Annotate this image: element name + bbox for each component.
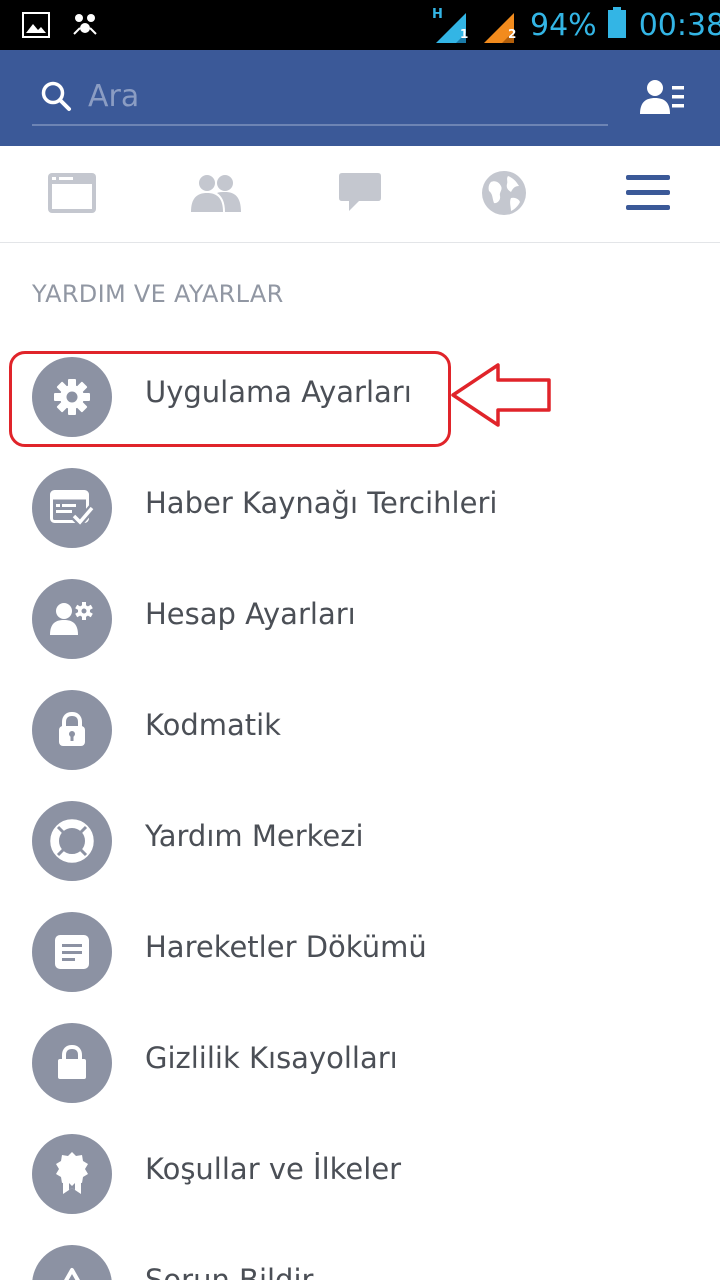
menu-item-label: Kodmatik [145, 708, 281, 742]
tab-notifications[interactable] [432, 146, 576, 243]
menu-item-activity-log[interactable]: Hareketler Dökümü [0, 896, 720, 1007]
menu-item-label: Hesap Ayarları [145, 597, 356, 631]
signal-sim2-icon: 2 [478, 5, 520, 45]
news-feed-icon [48, 172, 96, 217]
search-underline [32, 124, 608, 126]
messages-icon [339, 172, 381, 217]
menu-item-label: Gizlilik Kısayolları [145, 1041, 398, 1075]
search-icon[interactable] [40, 80, 72, 116]
report-problem-icon [32, 1245, 112, 1280]
menu-item-label: Yardım Merkezi [145, 819, 364, 853]
signal-sim1-icon: H 1 [432, 7, 469, 43]
clock: 00:38 [638, 7, 720, 43]
news-feed-preferences-icon [32, 468, 112, 548]
status-icons: H 1 2 94% 00:38 [430, 0, 720, 50]
menu-item-news-feed-preferences[interactable]: Haber Kaynağı Tercihleri [0, 452, 720, 563]
privacy-lock-icon [32, 1023, 112, 1103]
menu-item-label: Hareketler Dökümü [145, 930, 427, 964]
app-notification-icon [70, 10, 100, 44]
friends-icon [191, 174, 241, 216]
menu-item-account-settings[interactable]: Hesap Ayarları [0, 563, 720, 674]
menu-item-terms-policies[interactable]: Koşullar ve İlkeler [0, 1118, 720, 1229]
battery-percent: 94% [530, 7, 597, 43]
activity-log-icon [32, 912, 112, 992]
tab-messages[interactable] [288, 146, 432, 243]
contacts-icon[interactable] [640, 78, 686, 120]
tab-friend-requests[interactable] [144, 146, 288, 243]
hamburger-menu-icon [626, 174, 670, 215]
menu-item-label: Sorun Bildir [145, 1263, 314, 1280]
lifebuoy-icon [32, 801, 112, 881]
menu-item-privacy-shortcuts[interactable]: Gizlilik Kısayolları [0, 1007, 720, 1118]
search-input[interactable] [88, 70, 488, 122]
section-title: YARDIM VE AYARLAR [32, 280, 284, 308]
code-generator-lock-icon [32, 690, 112, 770]
tab-more[interactable] [576, 146, 720, 243]
terms-badge-icon [32, 1134, 112, 1214]
menu-item-report-problem[interactable]: Sorun Bildir [0, 1229, 720, 1280]
menu-item-help-center[interactable]: Yardım Merkezi [0, 785, 720, 896]
menu-item-label: Haber Kaynağı Tercihleri [145, 486, 498, 520]
annotation-highlight-box [9, 351, 451, 447]
annotation-arrow-icon [450, 362, 554, 432]
menu-item-label: Koşullar ve İlkeler [145, 1152, 402, 1186]
tab-bar [0, 146, 720, 243]
gallery-notification-icon [22, 12, 50, 42]
account-settings-icon [32, 579, 112, 659]
tab-news-feed[interactable] [0, 146, 144, 243]
battery-icon [607, 7, 627, 43]
globe-icon [481, 170, 527, 220]
status-bar: H 1 2 94% 00:38 [0, 0, 720, 50]
menu-item-code-generator[interactable]: Kodmatik [0, 674, 720, 785]
search-header [0, 50, 720, 146]
